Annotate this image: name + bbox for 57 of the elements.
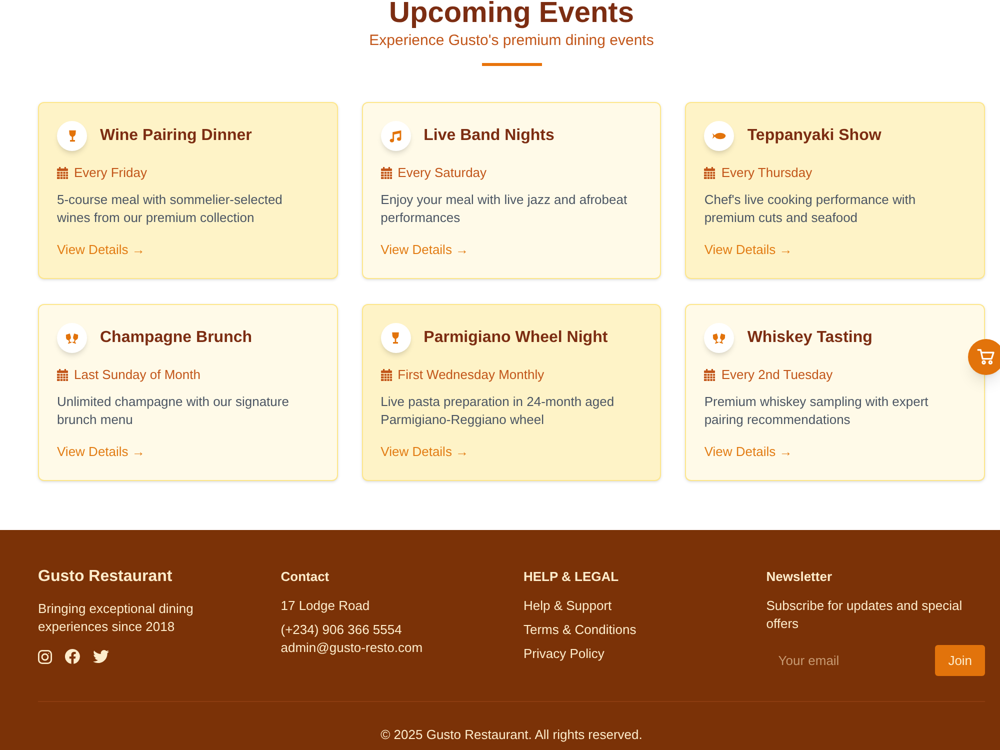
event-schedule: First Wednesday Monthly <box>398 367 544 383</box>
toasting-glasses-icon <box>57 323 87 353</box>
event-schedule: Every Thursday <box>721 165 812 181</box>
view-details-link[interactable]: View Details → <box>57 241 145 259</box>
toasting-glasses-icon <box>704 323 734 353</box>
event-schedule: Last Sunday of Month <box>74 367 200 383</box>
section-subtitle: Experience Gusto's premium dining events <box>369 31 654 51</box>
calendar-icon <box>380 167 392 179</box>
newsletter-heading: Newsletter <box>766 568 833 586</box>
contact-phone: (+234) 906 366 5554 <box>280 621 403 639</box>
event-schedule: Every Saturday <box>398 165 487 181</box>
footer-link[interactable]: Privacy Policy <box>524 645 604 663</box>
contact-email: admin@gusto-resto.com <box>280 639 424 657</box>
fish-icon <box>704 121 734 151</box>
music-note-icon <box>380 121 411 151</box>
cart-icon <box>977 349 995 365</box>
event-title: Whiskey Tasting <box>747 328 872 348</box>
event-schedule: Every 2nd Tuesday <box>721 367 833 383</box>
section-title: Upcoming Events <box>389 0 634 26</box>
footer-link[interactable]: Terms & Conditions <box>524 621 636 639</box>
newsletter-text: Subscribe for updates and special offers <box>766 597 964 633</box>
wine-glass-icon <box>57 121 87 151</box>
view-details-link[interactable]: View Details → <box>380 443 469 461</box>
instagram-icon[interactable] <box>38 650 52 664</box>
help-heading: HELP & LEGAL <box>524 568 620 586</box>
twitter-icon[interactable] <box>93 650 109 663</box>
event-title: Champagne Brunch <box>100 328 252 348</box>
title-underline <box>482 63 542 66</box>
event-title: Wine Pairing Dinner <box>100 126 252 146</box>
event-schedule: Every Friday <box>74 165 147 181</box>
calendar-icon <box>704 167 716 179</box>
view-details-link[interactable]: View Details → <box>704 241 792 259</box>
brand-name: Gusto Restaurant <box>38 567 174 587</box>
calendar-icon <box>57 167 68 179</box>
calendar-icon <box>57 369 68 381</box>
calendar-icon <box>380 369 392 381</box>
footer-link[interactable]: Help & Support <box>524 597 612 615</box>
event-description: Enjoy your meal with live jazz and afrobeat performances <box>380 191 628 227</box>
calendar-icon <box>704 369 716 381</box>
event-description: Chef's live cooking performance with premium cuts and seafood <box>704 191 917 227</box>
event-description: Live pasta preparation in 24-month aged Parmigiano-Reggiano wheel <box>380 393 616 429</box>
event-description: Unlimited champagne with our signature brunch menu <box>57 393 290 429</box>
event-description: Premium whiskey sampling with expert pairing recommendations <box>704 393 930 429</box>
view-details-link[interactable]: View Details → <box>57 443 145 461</box>
event-description: 5-course meal with sommelier-selected wines from our premium collection <box>57 191 284 227</box>
wine-glass-icon <box>380 323 411 353</box>
join-button[interactable]: Join <box>935 645 985 676</box>
event-title: Live Band Nights <box>424 126 554 146</box>
facebook-icon[interactable] <box>65 649 80 664</box>
view-details-link[interactable]: View Details → <box>380 241 469 259</box>
contact-heading: Contact <box>280 568 330 586</box>
event-title: Teppanyaki Show <box>747 126 882 146</box>
view-details-link[interactable]: View Details → <box>704 443 792 461</box>
contact-address: 17 Lodge Road <box>280 597 371 615</box>
event-title: Parmigiano Wheel Night <box>424 328 608 348</box>
copyright-text: © 2025 Gusto Restaurant. All rights reserved. <box>380 726 642 744</box>
brand-tagline: Bringing exceptional dining experiences since 2018 <box>38 600 194 636</box>
